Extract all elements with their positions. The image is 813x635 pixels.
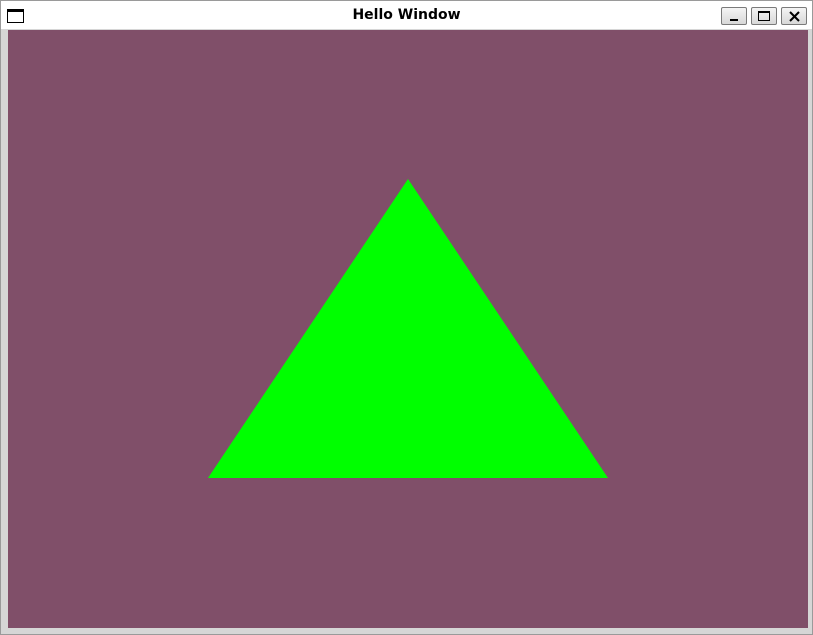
title-bar[interactable]: Hello Window	[1, 0, 812, 29]
maximize-button[interactable]	[751, 7, 777, 25]
window-title: Hello Window	[352, 7, 461, 23]
render-canvas[interactable]	[8, 30, 808, 628]
minimize-button[interactable]	[721, 7, 747, 25]
app-window: Hello Window	[0, 0, 813, 635]
close-icon	[789, 11, 800, 22]
render-surface	[208, 179, 608, 478]
green-triangle	[208, 179, 608, 478]
minimize-icon	[730, 19, 738, 21]
close-button[interactable]	[781, 7, 807, 25]
maximize-icon	[758, 11, 770, 21]
